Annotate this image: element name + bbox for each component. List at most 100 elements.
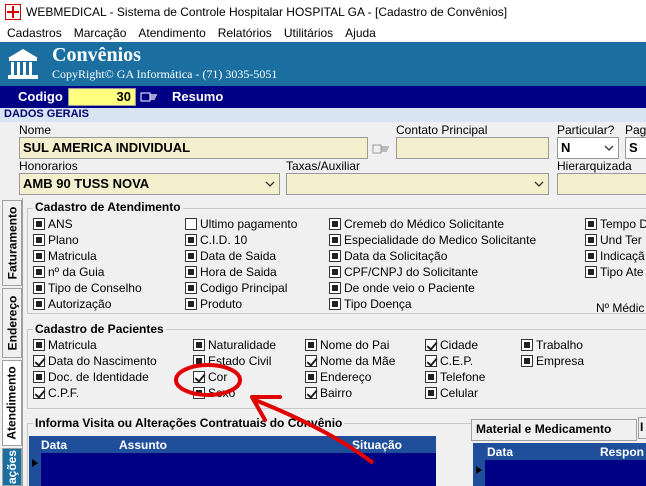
col-assunto[interactable]: Assunto (119, 438, 167, 452)
checkbox-indeterminate[interactable] (33, 339, 45, 351)
checkbox-indeterminate[interactable] (185, 282, 197, 294)
tab-atendimento[interactable]: Atendimento (2, 360, 22, 446)
atendimento-checkbox[interactable]: Tipo de Conselho (33, 281, 142, 295)
checkbox-indeterminate[interactable] (329, 250, 341, 262)
checkbox-indeterminate[interactable] (329, 282, 341, 294)
paciente-checkbox[interactable]: Estado Civil (193, 354, 271, 368)
atendimento-checkbox[interactable]: CPF/CNPJ do Solicitante (329, 265, 478, 279)
checkbox-indeterminate[interactable] (33, 218, 45, 230)
atendimento-checkbox[interactable]: Data da Solicitação (329, 249, 447, 263)
checkbox-indeterminate[interactable] (193, 339, 205, 351)
checkbox-indeterminate[interactable] (185, 234, 197, 246)
col-data[interactable]: Data (41, 438, 67, 452)
honorarios-select[interactable]: AMB 90 TUSS NOVA (19, 173, 280, 195)
checkbox-indeterminate[interactable] (33, 266, 45, 278)
atendimento-checkbox[interactable]: Und Ter (585, 233, 642, 247)
nome-input[interactable]: SUL AMERICA INDIVIDUAL (19, 137, 368, 159)
atendimento-checkbox[interactable]: Codigo Principal (185, 281, 287, 295)
atendimento-checkbox[interactable]: Indicaçã (585, 249, 645, 263)
paciente-checkbox[interactable]: Empresa (521, 354, 584, 368)
atendimento-checkbox[interactable]: Tipo Ate (585, 265, 644, 279)
paciente-checkbox[interactable]: Matricula (33, 338, 97, 352)
checkbox-indeterminate[interactable] (185, 298, 197, 310)
menu-ajuda[interactable]: Ajuda (345, 26, 376, 40)
paciente-checkbox[interactable]: Nome da Mãe (305, 354, 395, 368)
pointing-hand-icon[interactable] (372, 142, 390, 156)
col-respon[interactable]: Respon (600, 445, 644, 459)
atendimento-checkbox[interactable]: C.I.D. 10 (185, 233, 247, 247)
checkbox-indeterminate[interactable] (329, 234, 341, 246)
tab-other[interactable]: I (638, 417, 646, 439)
atendimento-checkbox[interactable]: Cremeb do Médico Solicitante (329, 217, 504, 231)
atendimento-checkbox[interactable]: Especialidade do Medico Solicitante (329, 233, 536, 247)
paciente-checkbox[interactable]: Doc. de Identidade (33, 370, 149, 384)
menu-cadastros[interactable]: Cadastros (7, 26, 62, 40)
atendimento-checkbox[interactable]: Data de Saida (185, 249, 276, 263)
checkbox-checked[interactable] (305, 387, 317, 399)
paciente-checkbox[interactable]: Naturalidade (193, 338, 276, 352)
taxas-select[interactable] (286, 173, 549, 195)
paciente-checkbox[interactable]: Cor (193, 370, 227, 384)
paciente-checkbox[interactable]: C.P.F. (33, 386, 79, 400)
checkbox-checked[interactable] (305, 355, 317, 367)
paciente-checkbox[interactable]: C.E.P. (425, 354, 473, 368)
paciente-checkbox[interactable]: Sexo (193, 386, 235, 400)
paciente-checkbox[interactable]: Nome do Pai (305, 338, 389, 352)
visitas-grid-body[interactable] (29, 453, 436, 486)
checkbox-indeterminate[interactable] (585, 218, 597, 230)
checkbox-indeterminate[interactable] (585, 266, 597, 278)
checkbox-indeterminate[interactable] (329, 266, 341, 278)
checkbox-indeterminate[interactable] (521, 355, 533, 367)
menu-marcacao[interactable]: Marcação (74, 26, 127, 40)
atendimento-checkbox[interactable]: Plano (33, 233, 79, 247)
col-situacao[interactable]: Situação (352, 438, 402, 452)
atendimento-checkbox[interactable]: Autorização (33, 297, 111, 311)
checkbox-checked[interactable] (193, 371, 205, 383)
paciente-checkbox[interactable]: Trabalho (521, 338, 583, 352)
tab-faturamento[interactable]: Faturamento (2, 200, 22, 286)
checkbox-indeterminate[interactable] (329, 298, 341, 310)
checkbox-indeterminate[interactable] (521, 339, 533, 351)
checkbox-indeterminate[interactable] (33, 282, 45, 294)
atendimento-checkbox[interactable]: Tempo D (585, 217, 646, 231)
checkbox-checked[interactable] (425, 339, 437, 351)
checkbox-indeterminate[interactable] (425, 387, 437, 399)
checkbox-indeterminate[interactable] (33, 298, 45, 310)
menu-relatorios[interactable]: Relatórios (218, 26, 272, 40)
atendimento-checkbox[interactable]: Produto (185, 297, 242, 311)
atendimento-checkbox[interactable]: nº da Guia (33, 265, 104, 279)
paciente-checkbox[interactable]: Data do Nascimento (33, 354, 157, 368)
checkbox-indeterminate[interactable] (185, 266, 197, 278)
atendimento-checkbox[interactable]: De onde veio o Paciente (329, 281, 475, 295)
pointing-hand-icon[interactable] (140, 89, 158, 105)
atendimento-checkbox[interactable]: Tipo Doença (329, 297, 412, 311)
checkbox-empty[interactable] (185, 218, 197, 230)
checkbox-checked[interactable] (33, 387, 45, 399)
paciente-checkbox[interactable]: Celular (425, 386, 478, 400)
col-data[interactable]: Data (487, 445, 513, 459)
pag-select[interactable]: S (625, 137, 646, 159)
menu-atendimento[interactable]: Atendimento (138, 26, 205, 40)
checkbox-indeterminate[interactable] (329, 218, 341, 230)
checkbox-indeterminate[interactable] (193, 387, 205, 399)
codigo-input[interactable]: 30 (68, 88, 136, 106)
menu-utilitarios[interactable]: Utilitários (284, 26, 333, 40)
checkbox-checked[interactable] (425, 355, 437, 367)
checkbox-indeterminate[interactable] (305, 339, 317, 351)
checkbox-indeterminate[interactable] (33, 250, 45, 262)
resumo-label[interactable]: Resumo (172, 89, 223, 104)
material-grid-body[interactable] (473, 460, 646, 486)
contato-input[interactable] (396, 137, 549, 159)
tab-acoes[interactable]: ações (2, 448, 22, 486)
checkbox-indeterminate[interactable] (185, 250, 197, 262)
atendimento-checkbox[interactable]: Hora de Saida (185, 265, 277, 279)
checkbox-indeterminate[interactable] (33, 371, 45, 383)
checkbox-indeterminate[interactable] (193, 355, 205, 367)
tab-endereco[interactable]: Endereço (2, 288, 22, 358)
atendimento-checkbox[interactable]: Ultimo pagamento (185, 217, 297, 231)
paciente-checkbox[interactable]: Bairro (305, 386, 352, 400)
checkbox-indeterminate[interactable] (425, 371, 437, 383)
atendimento-checkbox[interactable]: ANS (33, 217, 73, 231)
particular-select[interactable]: N (557, 137, 619, 159)
hierarquizada-input[interactable] (557, 173, 646, 195)
